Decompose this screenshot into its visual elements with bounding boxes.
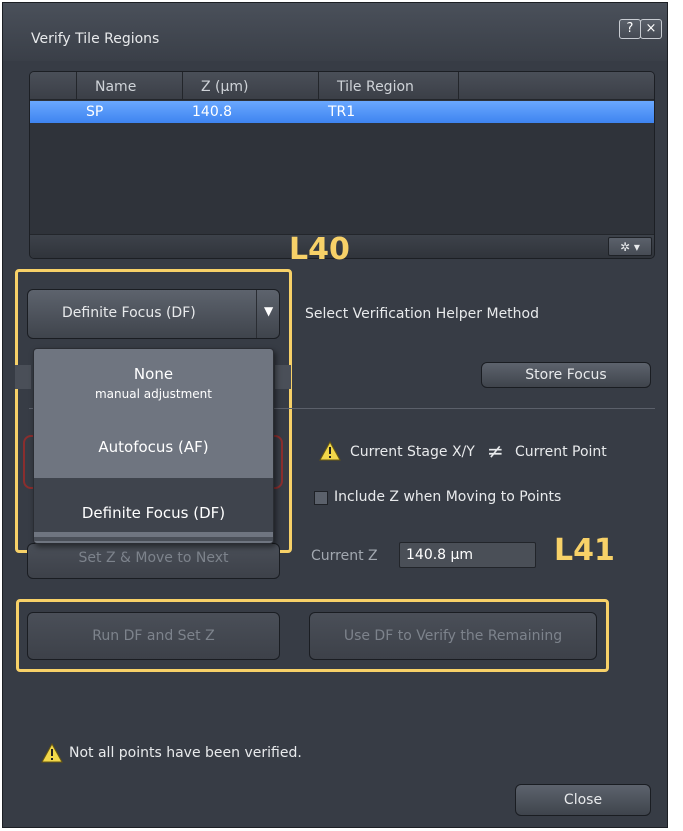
help-button[interactable]: ? bbox=[619, 19, 641, 39]
set-z-move-next-button[interactable]: Set Z & Move to Next bbox=[27, 543, 280, 579]
cell-z: 140.8 bbox=[192, 104, 233, 120]
dialog-title: Verify Tile Regions bbox=[31, 31, 160, 47]
annotation-l40: L40 bbox=[289, 232, 350, 267]
column-header-empty bbox=[458, 72, 654, 100]
current-z-field[interactable]: 140.8 µm bbox=[399, 542, 536, 568]
run-df-set-z-button[interactable]: Run DF and Set Z bbox=[27, 612, 280, 660]
title-bar[interactable]: Verify Tile Regions ? × bbox=[3, 3, 667, 61]
column-header-name[interactable]: Name bbox=[76, 72, 176, 100]
menu-item-none-sublabel: manual adjustment bbox=[94, 387, 212, 401]
use-df-verify-remaining-button[interactable]: Use DF to Verify the Remaining bbox=[309, 612, 597, 660]
column-header-tile-region[interactable]: Tile Region bbox=[318, 72, 458, 100]
current-z-label: Current Z bbox=[311, 548, 378, 564]
obscured-button-fragment bbox=[275, 365, 291, 389]
current-stage-label: Current Stage X/Y bbox=[350, 444, 475, 460]
menu-item-none[interactable]: None manual adjustment bbox=[34, 359, 273, 419]
helper-method-dropdown[interactable]: Definite Focus (DF) ▼ bbox=[27, 289, 280, 339]
annotation-l41: L41 bbox=[554, 533, 615, 568]
helper-method-selected: Definite Focus (DF) bbox=[62, 305, 196, 321]
menu-item-autofocus[interactable]: Autofocus (AF) bbox=[34, 433, 273, 469]
menu-bottom-edge bbox=[34, 537, 273, 541]
chevron-down-icon: ▼ bbox=[264, 304, 274, 318]
store-focus-button[interactable]: Store Focus bbox=[481, 362, 651, 388]
table-header: Name Z (µm) Tile Region bbox=[30, 72, 654, 100]
helper-method-label: Select Verification Helper Method bbox=[305, 306, 539, 322]
cell-tile-region: TR1 bbox=[328, 104, 356, 120]
cell-name: SP bbox=[86, 104, 104, 120]
status-warning-icon bbox=[41, 743, 63, 763]
current-point-label: Current Point bbox=[515, 444, 607, 460]
dropdown-divider bbox=[256, 290, 257, 338]
table-row[interactable]: SP 140.8 TR1 bbox=[30, 101, 654, 123]
verify-tile-regions-dialog: Verify Tile Regions ? × Name Z (µm) Tile… bbox=[2, 2, 668, 828]
gear-icon[interactable]: ✲ ▾ bbox=[608, 237, 652, 256]
include-z-label[interactable]: Include Z when Moving to Points bbox=[334, 489, 561, 505]
close-button[interactable]: Close bbox=[515, 784, 651, 816]
close-icon[interactable]: × bbox=[640, 19, 662, 39]
warning-icon bbox=[319, 441, 341, 461]
include-z-checkbox[interactable] bbox=[314, 491, 328, 505]
menu-item-definite-focus[interactable]: Definite Focus (DF) bbox=[34, 478, 273, 532]
obscured-button-fragment bbox=[15, 365, 31, 389]
status-message: Not all points have been verified. bbox=[69, 745, 302, 761]
column-header-z[interactable]: Z (µm) bbox=[182, 72, 314, 100]
not-equal-icon: ≠ bbox=[487, 439, 504, 463]
menu-item-none-label: None bbox=[133, 365, 174, 383]
points-table: Name Z (µm) Tile Region SP 140.8 TR1 ✲ ▾ bbox=[29, 71, 655, 259]
helper-method-menu: None manual adjustment Autofocus (AF) De… bbox=[33, 348, 274, 544]
